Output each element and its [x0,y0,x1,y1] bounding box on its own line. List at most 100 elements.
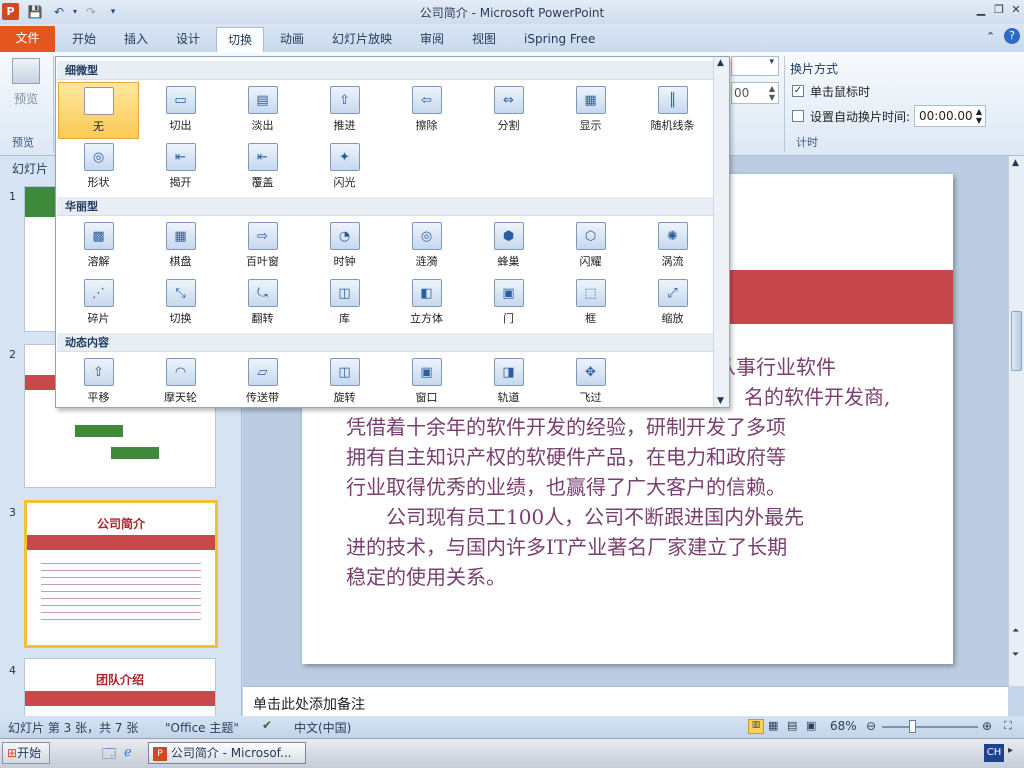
transition-box[interactable]: ⬚ 框 [550,275,631,332]
normal-view-icon[interactable]: ▥ [748,719,764,734]
ime-indicator[interactable]: CH [984,744,1004,762]
thumb-title: 公司简介 [96,517,145,531]
transition-ferris-wheel[interactable]: ◠ 摩天轮 [140,354,221,411]
orbit-icon: ◨ [493,358,524,386]
spinner-arrows-icon[interactable]: ▲ ▼ [976,107,982,125]
transition-gallery[interactable]: ◫ 库 [304,275,385,332]
transition-dissolve[interactable]: ▩ 溶解 [58,218,139,275]
transition-label: 擦除 [415,119,438,132]
transition-ripple[interactable]: ◎ 涟漪 [386,218,467,275]
prev-slide-icon[interactable]: ⏶ [1012,626,1019,636]
fit-window-icon[interactable]: ⛶ [1004,719,1012,733]
transition-switch[interactable]: ⤡ 切换 [140,275,221,332]
transition-random-bars[interactable]: ║ 随机线条 [632,82,713,139]
minimize-icon[interactable]: ▁ [972,2,990,18]
preview-button[interactable]: 预览 [6,56,46,112]
transition-flip[interactable]: ⤿ 翻转 [222,275,303,332]
spellcheck-icon[interactable]: ✔ [262,718,272,732]
on-click-checkbox[interactable]: ✓ [792,85,804,97]
tab-home[interactable]: 开始 [64,27,104,52]
transition-shred[interactable]: ⋰ 碎片 [58,275,139,332]
transition-checkerboard[interactable]: ▦ 棋盘 [140,218,221,275]
scroll-up-icon[interactable]: ▲ [1012,158,1019,168]
tab-view[interactable]: 视图 [464,27,504,52]
zoom-out-icon[interactable]: ⊖ [866,719,876,733]
transition-blinds[interactable]: ⇨ 百叶窗 [222,218,303,275]
reading-view-icon[interactable]: ▤ [787,719,797,732]
scroll-up-icon[interactable]: ▲ [717,58,724,68]
transition-gallery[interactable]: 细微型无 ▭ 切出 ▤ 淡出 ⇧ 推进 ⇦ 擦除 ⇔ 分割 ▦ 显示 ║ 随机线条 ◎ 形状 ⇤ 揭开 ⇤ 覆盖 ✦ 闪光华… [55,56,730,408]
taskbar-window-button[interactable]: P 公司简介 - Microsof... [148,742,306,764]
transition-shape[interactable]: ◎ 形状 [58,139,139,196]
spinner-arrows-icon[interactable]: ▲ ▼ [769,84,775,102]
transition-orbit[interactable]: ◨ 轨道 [468,354,549,411]
start-button[interactable]: ⊞开始 [2,742,50,764]
quicklaunch-icon[interactable]: 🗔 [102,745,116,767]
duration-spinner[interactable]: 00 ▲ ▼ [731,82,779,104]
collapse-ribbon-icon[interactable]: ⌃ [986,30,995,43]
help-icon[interactable]: ? [1004,28,1020,44]
tab-slideshow[interactable]: 幻灯片放映 [324,27,400,52]
slide-sorter-icon[interactable]: ▦ [768,719,778,732]
transition-cut[interactable]: ▭ 切出 [140,82,221,139]
transition-conveyor[interactable]: ▱ 传送带 [222,354,303,411]
theme-name[interactable]: "Office 主题" [165,719,239,736]
transition-fly-through[interactable]: ✥ 飞过 [550,354,631,411]
transition-zoom[interactable]: ⤢ 缩放 [632,275,713,332]
zoom-slider-thumb[interactable] [909,720,916,733]
transition-pan[interactable]: ⇧ 平移 [58,354,139,411]
start-label: 开始 [17,746,42,760]
tab-design[interactable]: 设计 [168,27,208,52]
language-indicator[interactable]: 中文(中国) [294,719,351,736]
transition-flash[interactable]: ✦ 闪光 [304,139,385,196]
slide-thumb-4[interactable]: 团队介绍 [24,658,216,716]
zoom-slider[interactable] [882,720,978,733]
transition-doors[interactable]: ▣ 门 [468,275,549,332]
transition-label: 飞过 [579,391,602,404]
sound-dropdown[interactable]: ▾ [731,56,779,76]
tab-file[interactable]: 文件 [0,26,55,52]
zoom-in-icon[interactable]: ⊕ [982,719,992,733]
transition-reveal[interactable]: ▦ 显示 [550,82,631,139]
tray-icon[interactable]: ▸ [1008,745,1013,756]
scroll-down-icon[interactable]: ▼ [717,396,724,406]
dissolve-icon: ▩ [83,222,114,250]
slideshow-view-icon[interactable]: ▣ [806,719,816,732]
auto-after-input[interactable]: 00:00.00 ▲ ▼ [914,105,986,127]
slides-tab[interactable]: 幻灯片 [12,160,48,177]
transition-split[interactable]: ⇔ 分割 [468,82,549,139]
next-slide-icon[interactable]: ⏷ [1012,650,1019,660]
scroll-thumb[interactable] [1011,311,1022,371]
transition-vortex[interactable]: ✺ 涡流 [632,218,713,275]
transition-clock[interactable]: ◔ 时钟 [304,218,385,275]
tab-insert[interactable]: 插入 [116,27,156,52]
transition-label: 平移 [87,391,110,404]
close-icon[interactable]: ✕ [1007,2,1024,18]
vertical-scrollbar[interactable]: ▲ ⏶ ⏷ [1008,156,1024,686]
slide-thumb-3-selected[interactable]: 公司简介 [24,500,218,648]
transition-cube[interactable]: ◧ 立方体 [386,275,467,332]
ripple-icon: ◎ [411,222,442,250]
auto-after-checkbox[interactable] [792,110,804,122]
zoom-level[interactable]: 68% [830,719,857,733]
transition-label: 库 [339,312,350,325]
transition-honeycomb[interactable]: ⬢ 蜂巢 [468,218,549,275]
tab-animations[interactable]: 动画 [272,27,312,52]
restore-icon[interactable]: ❐ [990,2,1008,18]
transition-window[interactable]: ▣ 窗口 [386,354,467,411]
tab-transitions[interactable]: 切换 [216,27,264,52]
transition-uncover[interactable]: ⇤ 揭开 [140,139,221,196]
tab-review[interactable]: 审阅 [412,27,452,52]
transition-fade[interactable]: ▤ 淡出 [222,82,303,139]
transition-cover[interactable]: ⇤ 覆盖 [222,139,303,196]
transition-glitter[interactable]: ⬡ 闪耀 [550,218,631,275]
notes-pane[interactable]: 单击此处添加备注 [243,686,1008,716]
transition-push[interactable]: ⇧ 推进 [304,82,385,139]
transition-wipe[interactable]: ⇦ 擦除 [386,82,467,139]
browser-icon[interactable]: ℯ [124,745,132,760]
transition-label: 闪耀 [579,255,602,268]
tab-ispring[interactable]: iSpring Free [516,27,603,52]
gallery-scrollbar[interactable]: ▲ ▼ [713,57,729,407]
transition-rotate[interactable]: ◫ 旋转 [304,354,385,411]
transition-none[interactable]: 无 [58,82,139,139]
